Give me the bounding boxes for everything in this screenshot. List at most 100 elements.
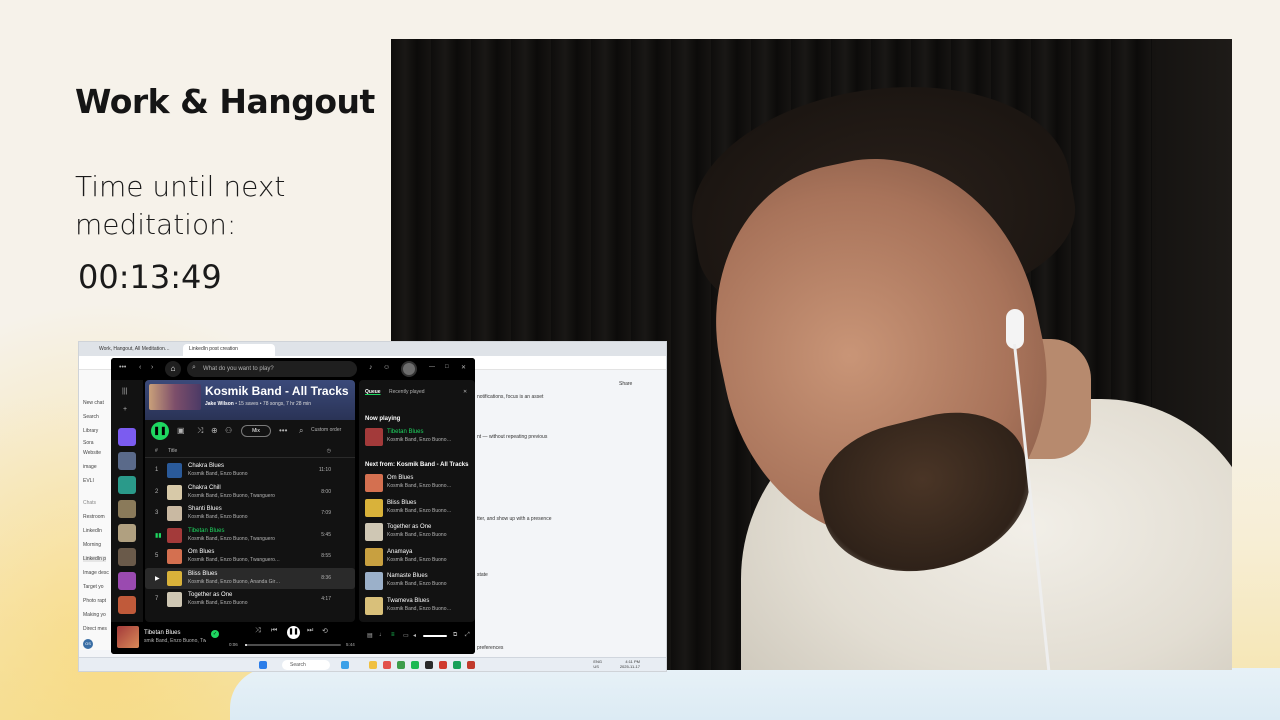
now-playing-view-icon[interactable]: ▤ bbox=[367, 632, 373, 639]
friends-icon[interactable]: ☺ bbox=[383, 364, 390, 371]
queue-icon[interactable]: ≡ bbox=[391, 632, 395, 638]
sidebar-item[interactable]: Restroom bbox=[83, 514, 105, 520]
close-icon[interactable]: ✕ bbox=[461, 364, 466, 371]
library-thumb[interactable] bbox=[118, 596, 136, 614]
sidebar-item[interactable]: Direct mes bbox=[83, 626, 107, 632]
queue-now-playing[interactable]: Tibetan Blues Kosmik Band, Enzo Buono… bbox=[363, 426, 471, 448]
mix-button[interactable]: Mix bbox=[241, 425, 271, 437]
track-row[interactable]: 1 Chakra Blues Kosmik Band, Enzo Buono 11:1… bbox=[145, 460, 355, 481]
queue-item[interactable]: Bliss Blues Kosmik Band, Enzo Buono… bbox=[363, 497, 471, 519]
fullscreen-icon[interactable]: ⤢ bbox=[465, 632, 470, 639]
queue-item[interactable]: Twameva Blues Kosmik Band, Enzo Buono… bbox=[363, 595, 471, 617]
tab-recently-played[interactable]: Recently played bbox=[389, 389, 425, 395]
queue-item[interactable]: Together as One Kosmik Band, Enzo Buono bbox=[363, 521, 471, 543]
now-playing-title[interactable]: Tibetan Blues bbox=[144, 630, 180, 636]
library-thumb[interactable] bbox=[118, 476, 136, 494]
user-avatar[interactable]: OS bbox=[83, 639, 93, 649]
track-row[interactable]: 5 Om Blues Kosmik Band, Enzo Buono, Twangu… bbox=[145, 546, 355, 567]
volume-icon[interactable]: ◂ bbox=[413, 632, 416, 639]
user-avatar[interactable] bbox=[401, 361, 417, 377]
bell-icon[interactable]: ♪ bbox=[369, 364, 373, 371]
shuffle-icon[interactable]: ⤨ bbox=[255, 627, 261, 635]
sidebar-item[interactable]: Morning bbox=[83, 542, 101, 548]
tab-queue[interactable]: Queue bbox=[365, 389, 381, 395]
playlist-owner[interactable]: Jake Wilson bbox=[205, 401, 234, 407]
next-icon[interactable]: ⏭ bbox=[307, 627, 313, 635]
miniplayer-icon[interactable]: ⧉ bbox=[453, 632, 457, 639]
app-icon[interactable] bbox=[341, 661, 349, 669]
now-playing-album-art[interactable] bbox=[117, 626, 139, 648]
library-thumb[interactable] bbox=[118, 524, 136, 542]
search-icon[interactable]: ⌕ bbox=[299, 426, 303, 436]
queue-item[interactable]: Anamaya Kosmik Band, Enzo Buono bbox=[363, 546, 471, 568]
chrome-icon[interactable] bbox=[397, 661, 405, 669]
app-icon[interactable] bbox=[453, 661, 461, 669]
track-title: Together as One bbox=[188, 592, 233, 598]
spotify-icon[interactable] bbox=[411, 661, 419, 669]
library-thumb[interactable] bbox=[118, 500, 136, 518]
sidebar-item[interactable]: Target yo bbox=[83, 584, 104, 590]
track-row[interactable]: ▮▮ Tibetan Blues Kosmik Band, Enzo Buono, … bbox=[145, 525, 355, 546]
sidebar-item-active[interactable]: LinkedIn p bbox=[83, 556, 107, 562]
track-row[interactable]: 2 Chakra Chill Kosmik Band, Enzo Buono, Tw… bbox=[145, 482, 355, 503]
sidebar-item[interactable]: Website bbox=[83, 450, 101, 456]
play-pause-button[interactable]: ❚❚ bbox=[151, 422, 169, 440]
clock[interactable]: 4:11 PM 2025-11-17 bbox=[620, 659, 640, 669]
volume-slider[interactable] bbox=[423, 635, 447, 637]
browser-tab-active[interactable]: LinkedIn post creation bbox=[183, 344, 275, 356]
library-thumb[interactable] bbox=[118, 572, 136, 590]
previous-icon[interactable]: ⏮ bbox=[271, 627, 277, 635]
sidebar-item[interactable]: Image desc bbox=[83, 570, 109, 576]
library-icon[interactable]: ||| bbox=[122, 388, 127, 395]
add-user-icon[interactable]: ⚇ bbox=[225, 426, 232, 435]
library-thumb[interactable] bbox=[118, 548, 136, 566]
playlist-thumb-icon[interactable]: ▣ bbox=[177, 426, 185, 435]
language-indicator[interactable]: ENG US bbox=[593, 659, 602, 669]
track-row[interactable]: ▶ Bliss Blues Kosmik Band, Enzo Buono, Ana… bbox=[145, 567, 355, 589]
app-icon[interactable] bbox=[425, 661, 433, 669]
share-button[interactable]: Share bbox=[619, 381, 632, 387]
repeat-icon[interactable]: ⟲ bbox=[322, 627, 328, 635]
liked-songs-thumb[interactable] bbox=[118, 428, 136, 446]
more-options-icon[interactable]: ••• bbox=[279, 426, 287, 435]
track-row[interactable]: 3 Shanti Blues Kosmik Band, Enzo Buono 7:09 bbox=[145, 503, 355, 524]
app-icon[interactable] bbox=[383, 661, 391, 669]
sort-dropdown[interactable]: Custom order bbox=[311, 427, 341, 433]
sidebar-item[interactable]: Sora bbox=[83, 440, 94, 446]
app-icon[interactable] bbox=[439, 661, 447, 669]
queue-item[interactable]: Om Blues Kosmik Band, Enzo Buono… bbox=[363, 472, 471, 494]
lyrics-icon[interactable]: ♩ bbox=[379, 632, 385, 638]
close-icon[interactable]: ✕ bbox=[463, 389, 467, 395]
minimize-icon[interactable]: — bbox=[429, 364, 435, 370]
pause-button[interactable]: ❚❚ bbox=[287, 626, 300, 639]
track-row[interactable]: 7 Together as One Kosmik Band, Enzo Buono 4… bbox=[145, 589, 355, 610]
maximize-icon[interactable]: □ bbox=[445, 364, 449, 370]
saved-check-icon[interactable]: ✓ bbox=[211, 630, 219, 638]
folder-icon[interactable] bbox=[369, 661, 377, 669]
taskbar-search[interactable]: Search bbox=[282, 660, 330, 670]
now-playing-artist[interactable]: smik Band, Enzo Buono, Twan bbox=[144, 638, 206, 644]
download-icon[interactable]: ⊕ bbox=[211, 426, 218, 435]
sidebar-item[interactable]: Photo rapt bbox=[83, 598, 106, 604]
start-icon[interactable] bbox=[259, 661, 267, 669]
browser-tab[interactable]: Work, Hangout, All Meditation… bbox=[93, 344, 181, 356]
sidebar-item[interactable]: LinkedIn bbox=[83, 528, 102, 534]
sidebar-item[interactable]: Library bbox=[83, 428, 98, 434]
spotify-search-input[interactable]: ⌕ What do you want to play? bbox=[187, 361, 357, 377]
devices-icon[interactable]: ▭ bbox=[403, 632, 409, 639]
library-thumb[interactable] bbox=[118, 452, 136, 470]
sidebar-item[interactable]: New chat bbox=[83, 400, 104, 406]
queue-item[interactable]: Namaste Blues Kosmik Band, Enzo Buono bbox=[363, 570, 471, 592]
add-icon[interactable]: + bbox=[123, 406, 127, 413]
menu-icon[interactable]: ••• bbox=[119, 364, 126, 371]
sidebar-item[interactable]: EVLI bbox=[83, 478, 94, 484]
sidebar-item[interactable]: Making yo bbox=[83, 612, 106, 618]
progress-bar[interactable] bbox=[245, 644, 341, 646]
app-icon[interactable] bbox=[467, 661, 475, 669]
back-icon[interactable]: ‹ bbox=[139, 364, 141, 371]
shuffle-icon[interactable]: ⤨ bbox=[197, 426, 203, 436]
sidebar-item[interactable]: Search bbox=[83, 414, 99, 420]
forward-icon[interactable]: › bbox=[151, 364, 153, 371]
sidebar-item[interactable]: image bbox=[83, 464, 97, 470]
home-icon[interactable]: ⌂ bbox=[165, 361, 181, 377]
